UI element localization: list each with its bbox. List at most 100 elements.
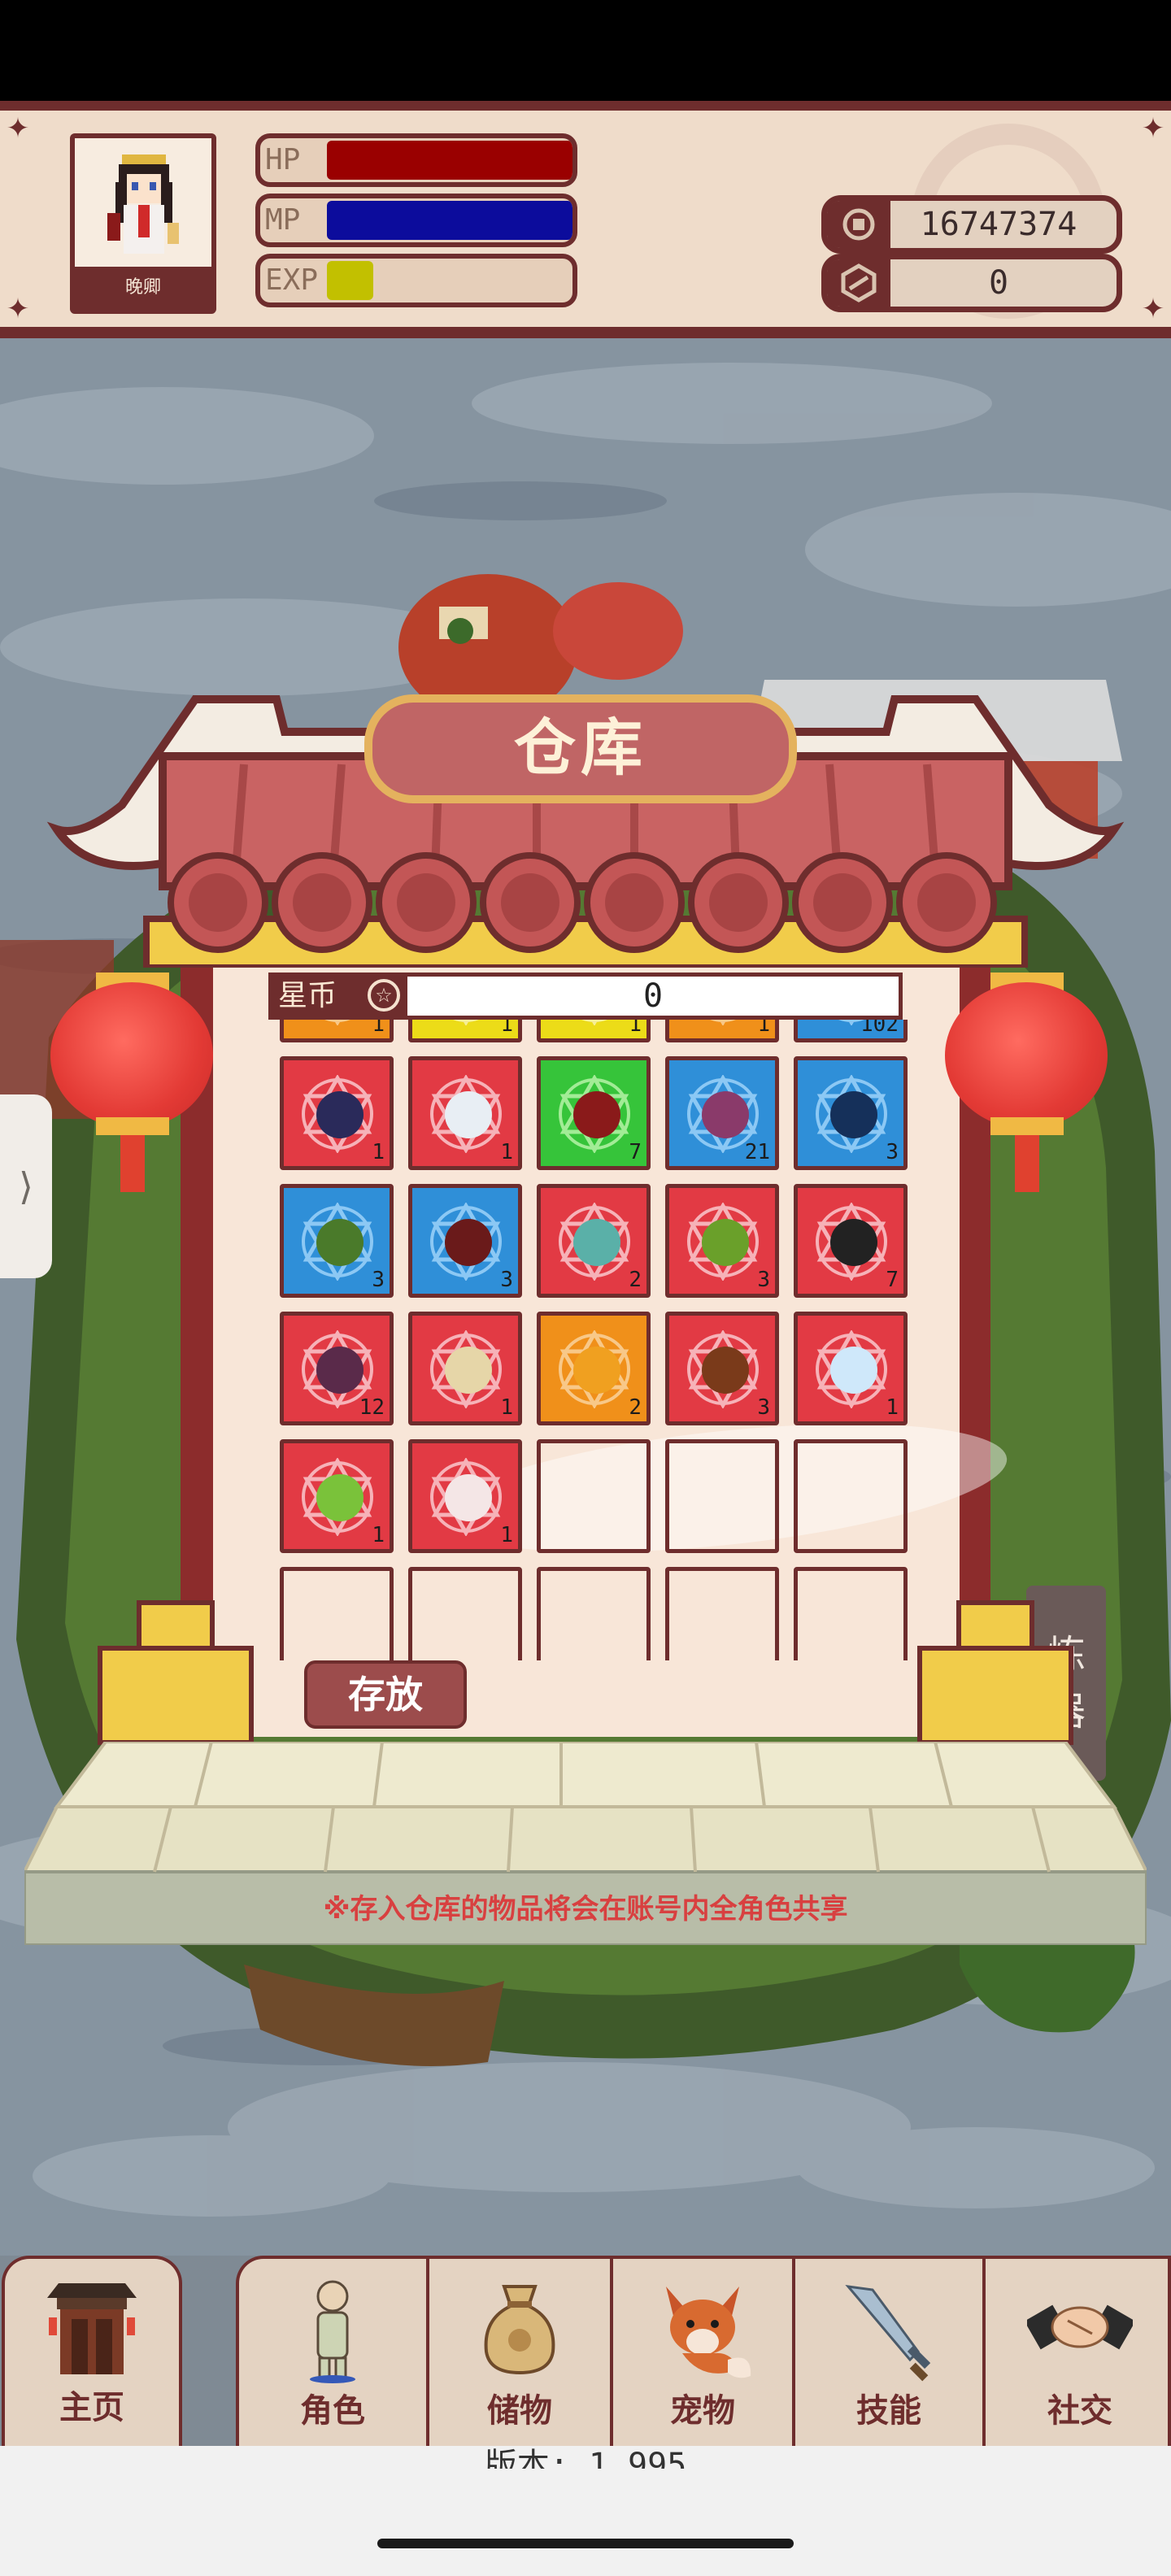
hexagram-pattern: [710, 1020, 736, 1025]
empty-inventory-slot[interactable]: [537, 1567, 651, 1660]
exp-fill: [327, 261, 373, 300]
nav-storage-label: 储物: [487, 2392, 552, 2430]
inventory-grid[interactable]: 1 1 1 1 102 1 1 7 21 3 3 3 2 3 7 12 1 2 3 1 1 1: [268, 1020, 919, 1660]
item-count: 1: [500, 1020, 513, 1037]
empty-inventory-slot[interactable]: [665, 1439, 779, 1553]
inventory-slot[interactable]: 3: [665, 1184, 779, 1298]
inventory-slot[interactable]: 1: [280, 1056, 394, 1170]
shared-storage-note: ※存入仓库的物品将会在账号内全角色共享: [323, 1893, 848, 1925]
inventory-slot[interactable]: 2: [537, 1312, 651, 1425]
inventory-slot[interactable]: 3: [794, 1056, 908, 1170]
item-count: 1: [886, 1395, 899, 1420]
item-count: 1: [372, 1523, 385, 1547]
star-coin-label: 星币 ☆: [268, 973, 403, 1020]
navy-orb-item-icon: [830, 1091, 877, 1138]
left-lantern: [50, 982, 213, 1129]
mystery-orb-item-icon: [573, 1219, 620, 1266]
empty-inventory-slot[interactable]: [408, 1567, 522, 1660]
inventory-slot[interactable]: 2: [537, 1184, 651, 1298]
gem-value: 0: [988, 264, 1009, 302]
nav-pet-label: 宠物: [670, 2392, 735, 2430]
swirl-orb-item-icon: [702, 1091, 749, 1138]
item-count: 1: [500, 1395, 513, 1420]
item-count: 1: [629, 1020, 642, 1037]
inventory-slot[interactable]: 3: [280, 1184, 394, 1298]
empty-inventory-slot[interactable]: [537, 1439, 651, 1553]
nav-storage[interactable]: 储物: [426, 2259, 610, 2449]
item-count: 7: [886, 1268, 899, 1292]
inventory-slot[interactable]: 3: [408, 1184, 522, 1298]
item-count: 2: [629, 1268, 642, 1292]
inventory-slot[interactable]: 1: [408, 1312, 522, 1425]
left-pillar-cap: [137, 1600, 215, 1649]
empty-inventory-slot[interactable]: [794, 1439, 908, 1553]
star-coin-value: 0: [403, 973, 903, 1020]
hp-fill: [327, 141, 572, 180]
empty-inventory-slot[interactable]: [794, 1567, 908, 1660]
item-count: 3: [757, 1395, 770, 1420]
hexagram-pattern: [324, 1020, 350, 1025]
nav-character[interactable]: 角色: [239, 2259, 426, 2449]
bottle-item-icon: [445, 1091, 492, 1138]
avatar-portrait: [107, 154, 179, 254]
green-orb-item-icon: [316, 1219, 363, 1266]
inventory-slot[interactable]: 1: [537, 1020, 651, 1042]
inventory-slot[interactable]: 7: [537, 1056, 651, 1170]
coin-balance[interactable]: 16747374: [821, 195, 1122, 254]
inventory-slot[interactable]: 1: [280, 1439, 394, 1553]
coin-icon: [827, 201, 890, 248]
empty-inventory-slot[interactable]: [280, 1567, 394, 1660]
star-coin-label-text: 星币: [278, 979, 337, 1012]
item-count: 7: [629, 1140, 642, 1164]
nav-social[interactable]: 社交: [982, 2259, 1171, 2449]
inventory-slot[interactable]: 1: [794, 1312, 908, 1425]
inventory-slot[interactable]: 1: [408, 1020, 522, 1042]
inventory-slot[interactable]: 7: [794, 1184, 908, 1298]
molten-orb-item-icon: [702, 1347, 749, 1394]
item-count: 1: [500, 1140, 513, 1164]
home-gate-icon: [47, 2283, 137, 2374]
item-count: 1: [372, 1140, 385, 1164]
inventory-slot[interactable]: 1: [408, 1056, 522, 1170]
exp-bar: EXP: [255, 254, 577, 307]
nav-home[interactable]: 主页: [2, 2256, 182, 2446]
scroll-item-icon: [445, 1347, 492, 1394]
inventory-slot[interactable]: 1: [665, 1020, 779, 1042]
item-count: 3: [372, 1268, 385, 1292]
striped-orb-item-icon: [830, 1219, 877, 1266]
pet-icon: [666, 2287, 751, 2378]
bat-item-icon: [316, 1091, 363, 1138]
store-button[interactable]: 存放: [304, 1660, 467, 1729]
corner-ornament: ✦: [1141, 112, 1165, 145]
handshake-icon: [1027, 2304, 1133, 2350]
item-count: 12: [359, 1395, 385, 1420]
character-icon: [310, 2280, 355, 2383]
inventory-slot[interactable]: 21: [665, 1056, 779, 1170]
bag-icon: [484, 2285, 555, 2375]
lantern-cap: [990, 1117, 1064, 1135]
side-drawer-handle[interactable]: ⟩: [0, 1094, 52, 1278]
item-count: 3: [886, 1140, 899, 1164]
version-bar: 版本: 1.995: [0, 2446, 1171, 2576]
lantern-tassel: [1015, 1135, 1039, 1192]
nav-social-label: 社交: [1047, 2392, 1112, 2430]
snake-item-icon: [316, 1474, 363, 1521]
mp-fill: [327, 201, 572, 240]
inventory-slot[interactable]: 1: [408, 1439, 522, 1553]
inventory-slot[interactable]: 12: [280, 1312, 394, 1425]
version-label: 版本: 1.995: [484, 2447, 687, 2469]
inventory-slot[interactable]: 1: [280, 1020, 394, 1042]
inventory-slot[interactable]: 102: [794, 1020, 908, 1042]
empty-inventory-slot[interactable]: [665, 1567, 779, 1660]
star-coin-icon: ☆: [368, 979, 400, 1012]
nav-pet[interactable]: 宠物: [610, 2259, 792, 2449]
fire-orb-item-icon: [573, 1347, 620, 1394]
avatar[interactable]: 晚卿: [70, 133, 216, 314]
lantern-cap: [96, 1117, 169, 1135]
gem-icon: [827, 259, 890, 307]
nav-skill[interactable]: 技能: [792, 2259, 982, 2449]
hp-bar: HP: [255, 133, 577, 187]
inventory-slot[interactable]: 3: [665, 1312, 779, 1425]
gem-balance[interactable]: 0: [821, 254, 1122, 312]
home-indicator[interactable]: [377, 2539, 794, 2548]
